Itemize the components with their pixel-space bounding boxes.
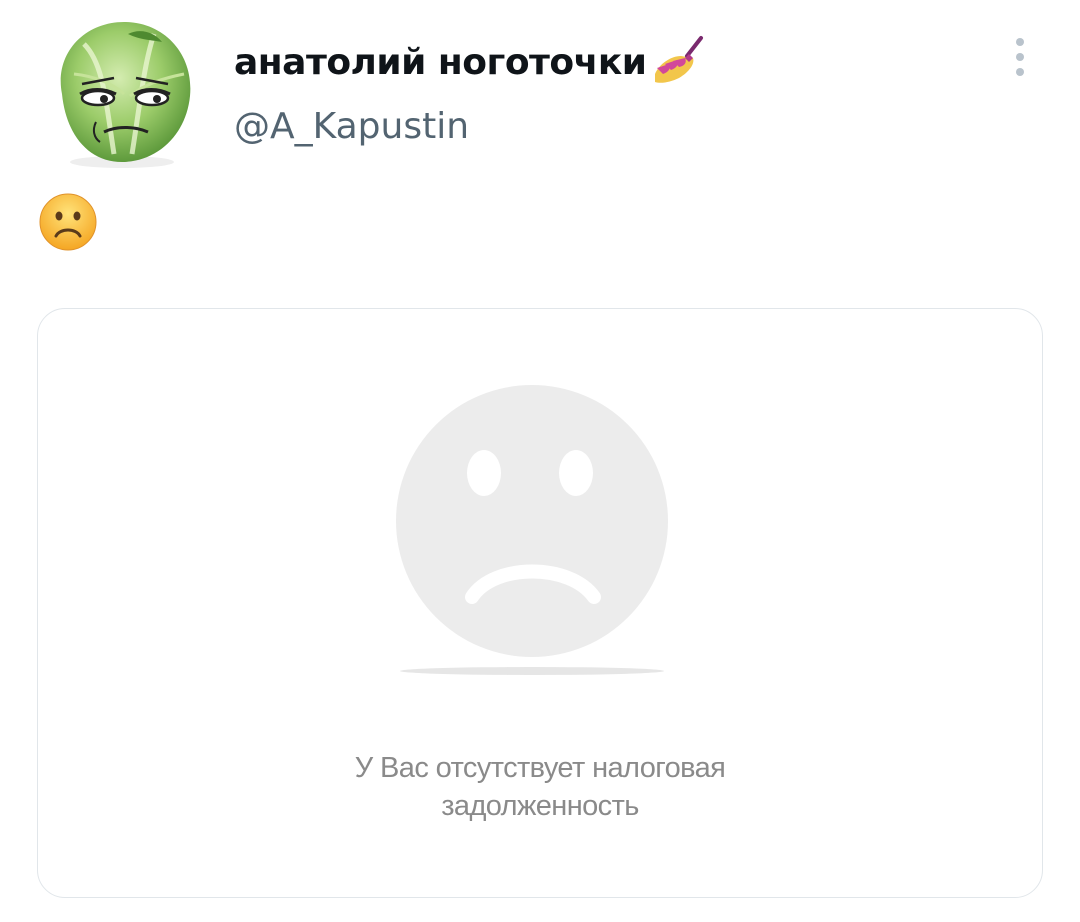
display-name[interactable]: анатолий ноготочки (234, 34, 705, 90)
tax-message-line2: задолженность (441, 790, 639, 822)
frowning-face-icon (38, 192, 98, 252)
sad-face-icon (394, 383, 670, 683)
tax-debt-message: У Вас отсутствует налоговая задолженност… (38, 749, 1042, 825)
more-vertical-icon-dot (1016, 68, 1024, 76)
more-options-button[interactable] (1000, 34, 1040, 80)
cabbage-face-avatar (60, 22, 191, 168)
user-handle[interactable]: @A_Kapustin (234, 106, 469, 147)
display-name-text: анатолий ноготочки (234, 41, 647, 83)
media-card[interactable]: У Вас отсутствует налоговая задолженност… (37, 308, 1043, 898)
nail-polish-icon (649, 34, 705, 90)
more-vertical-icon (1016, 38, 1024, 46)
avatar[interactable] (44, 14, 200, 170)
tax-message-line1: У Вас отсутствует налоговая (354, 752, 726, 784)
more-vertical-icon-dot (1016, 53, 1024, 61)
